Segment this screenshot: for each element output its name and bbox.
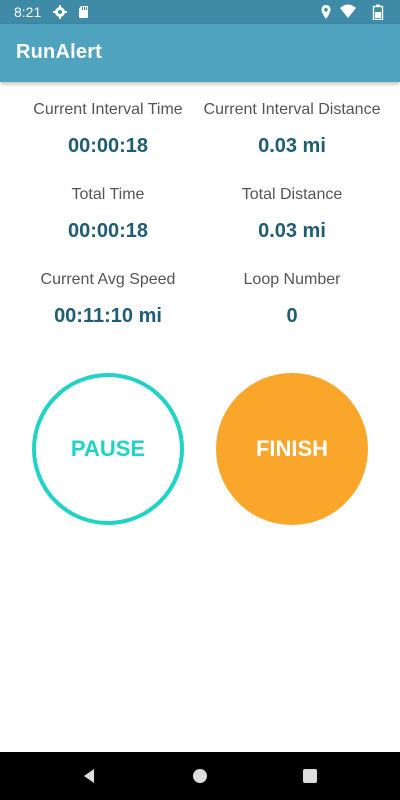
status-time: 8:21 <box>14 4 42 20</box>
stat-label: Current Interval Distance <box>203 101 381 118</box>
stat-value: 0 <box>286 305 298 327</box>
app-title: RunAlert <box>16 41 103 63</box>
finish-button[interactable]: FINISH <box>216 373 368 525</box>
battery-icon <box>372 4 388 21</box>
stat-value: 00:00:18 <box>67 135 149 157</box>
stat-current-avg-speed: Current Avg Speed 00:11:10 mi <box>13 271 203 328</box>
app-bar: RunAlert <box>0 24 400 82</box>
wifi-icon <box>339 4 356 20</box>
stat-label: Current Interval Time <box>33 101 183 118</box>
stat-value: 00:11:10 mi <box>54 305 162 327</box>
stat-total-distance: Total Distance 0.03 mi <box>197 186 387 243</box>
settings-icon <box>52 4 68 20</box>
sd-card-icon <box>76 4 92 20</box>
status-bar: 8:21 <box>0 0 400 24</box>
back-icon[interactable] <box>75 762 103 790</box>
stat-value: 00:00:18 <box>67 220 149 242</box>
stat-label: Loop Number <box>243 271 341 288</box>
home-icon[interactable] <box>186 762 214 790</box>
stat-label: Total Time <box>71 186 145 203</box>
location-icon <box>318 4 334 20</box>
stat-label: Current Avg Speed <box>40 271 176 288</box>
stat-value: 0.03 mi <box>258 135 326 157</box>
recents-icon[interactable] <box>296 762 324 790</box>
stat-label: Total Distance <box>241 186 343 203</box>
stat-total-time: Total Time 00:00:18 <box>13 186 203 243</box>
stat-value: 0.03 mi <box>258 220 326 242</box>
pause-button[interactable]: PAUSE <box>32 373 184 525</box>
stat-current-interval-distance: Current Interval Distance 0.03 mi <box>197 101 387 158</box>
navigation-bar <box>0 752 400 800</box>
stat-loop-number: Loop Number 0 <box>197 271 387 328</box>
stat-current-interval-time: Current Interval Time 00:00:18 <box>13 101 203 158</box>
